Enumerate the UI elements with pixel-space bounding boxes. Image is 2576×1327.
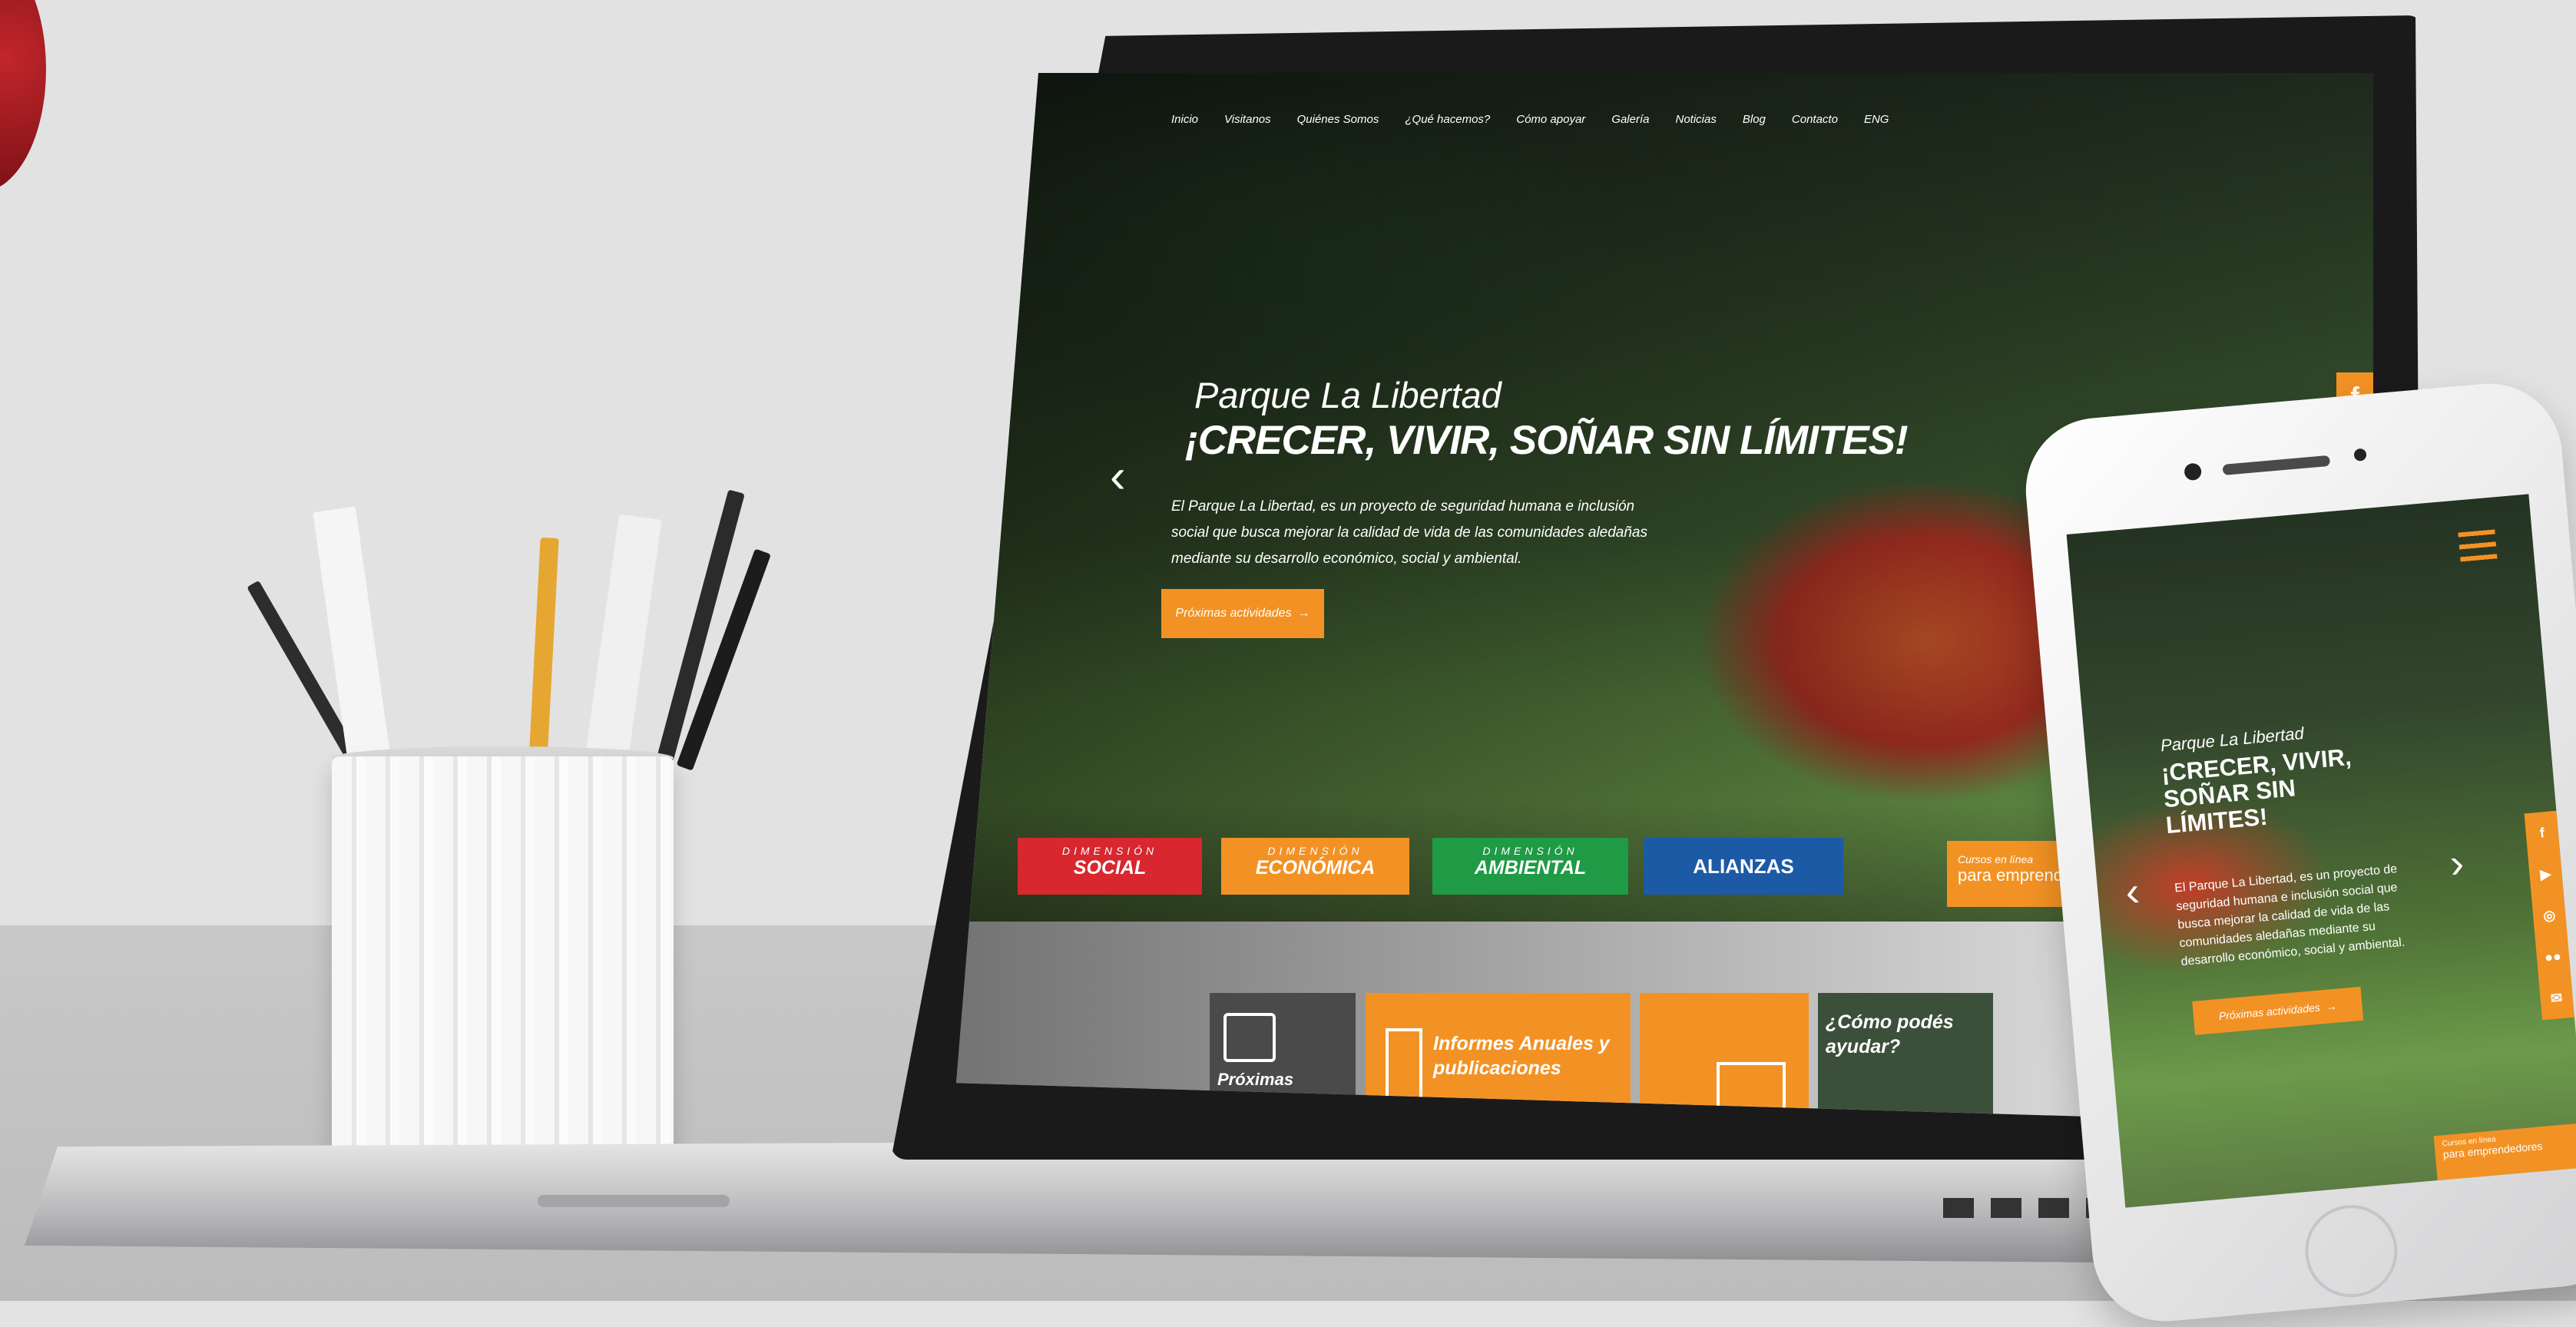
button-label: Próximas actividades — [2218, 1001, 2321, 1023]
home-button — [2301, 1201, 2402, 1302]
hero-title: ¡CRECER, VIVIR, SOÑAR SIN LÍMITES! — [1185, 418, 1909, 463]
dimension-label: SOCIAL — [1073, 857, 1147, 879]
dimension-label: ECONÓMICA — [1255, 857, 1376, 879]
upcoming-activities-button[interactable]: Próximas actividades → — [1161, 589, 1324, 638]
dimension-label: ALIANZAS — [1693, 854, 1794, 878]
hamburger-menu-icon[interactable] — [2458, 529, 2498, 564]
main-nav: Inicio Visitanos Quiénes Somos ¿Qué hace… — [1171, 113, 1889, 126]
dimension-ambiental[interactable]: DIMENSIÓN AMBIENTAL — [1432, 838, 1628, 895]
hero-subtitle: Parque La Libertad — [1194, 375, 1502, 415]
carousel-prev-icon[interactable]: ‹ — [2124, 868, 2141, 916]
phone-hero-description: El Parque La Libertad, es un proyecto de… — [2174, 862, 2405, 969]
nav-que-hacemos[interactable]: ¿Qué hacemos? — [1405, 113, 1490, 126]
nav-contacto[interactable]: Contacto — [1792, 113, 1838, 126]
arrow-right-icon: → — [2325, 999, 2338, 1013]
dimension-kicker: DIMENSIÓN — [1482, 845, 1578, 857]
calendar-icon — [1223, 1013, 1276, 1062]
phone-screen: ‹ › Parque La Libertad ¡CRECER, VIVIR, S… — [2066, 494, 2576, 1208]
phone-speaker — [2222, 455, 2331, 475]
dimension-kicker: DIMENSIÓN — [1061, 845, 1158, 857]
phone-courses-tab[interactable]: Cursos en línea para emprendedores — [2433, 1123, 2576, 1181]
nav-visitanos[interactable]: Visitanos — [1224, 113, 1271, 126]
nav-blog[interactable]: Blog — [1743, 113, 1766, 126]
carousel-prev-icon[interactable]: ‹ — [1110, 449, 1126, 504]
phone-social-bar: f ▶ ◎ ●● ✉ — [2524, 810, 2574, 1021]
youtube-icon[interactable]: ▶ — [2540, 865, 2552, 882]
phone-camera — [2184, 462, 2203, 481]
dimension-social[interactable]: DIMENSIÓN SOCIAL — [1018, 838, 1202, 895]
phone-sensor — [2353, 448, 2367, 462]
nav-inicio[interactable]: Inicio — [1171, 113, 1198, 126]
nav-galeria[interactable]: Galería — [1611, 113, 1649, 126]
nav-como-apoyar[interactable]: Cómo apoyar — [1516, 113, 1585, 126]
button-label: Próximas actividades — [1175, 607, 1292, 620]
arrow-right-icon: → — [1297, 607, 1310, 620]
card-label: Informes Anuales y publicaciones — [1433, 1033, 1610, 1079]
card-label: ¿Cómo podés ayudar? — [1826, 1011, 1954, 1057]
facebook-icon[interactable]: f — [2539, 825, 2545, 841]
card-help[interactable]: ¿Cómo podés ayudar? — [1818, 993, 1993, 1125]
dimension-economica[interactable]: DIMENSIÓN ECONÓMICA — [1221, 838, 1409, 895]
phone-upcoming-activities-button[interactable]: Próximas actividades → — [2192, 986, 2364, 1035]
flickr-icon[interactable]: ●● — [2544, 948, 2561, 965]
instagram-icon[interactable]: ◎ — [2543, 907, 2556, 924]
carousel-next-icon[interactable]: › — [2448, 839, 2465, 888]
cup-body — [332, 756, 674, 1186]
phone: ‹ › Parque La Libertad ¡CRECER, VIVIR, S… — [2019, 377, 2576, 1327]
card-label: Próximas — [1217, 1070, 1294, 1089]
phone-hero-title: ¡CRECER, VIVIR, SOÑAR SIN LÍMITES! — [2160, 743, 2353, 839]
mail-icon[interactable]: ✉ — [2550, 990, 2563, 1007]
hero-description: El Parque La Libertad, es un proyecto de… — [1171, 498, 1647, 567]
dimension-label: AMBIENTAL — [1474, 857, 1587, 879]
nav-noticias[interactable]: Noticias — [1676, 113, 1717, 126]
dimension-alianzas[interactable]: ALIANZAS — [1644, 838, 1843, 895]
laptop-groove — [538, 1195, 730, 1207]
dimension-kicker: DIMENSIÓN — [1267, 845, 1363, 857]
nav-quienes-somos[interactable]: Quiénes Somos — [1297, 113, 1379, 126]
nav-eng[interactable]: ENG — [1864, 113, 1889, 126]
